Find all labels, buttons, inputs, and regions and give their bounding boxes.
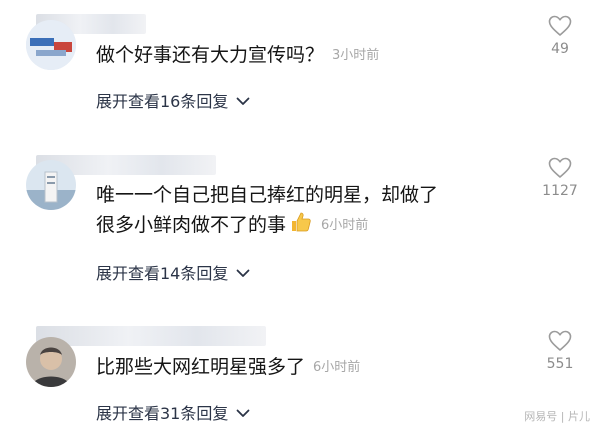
source-watermark: 网易号 | 片儿 [524,410,590,423]
avatar[interactable] [26,337,76,387]
like-count: 551 [546,356,574,372]
username-blurred[interactable] [36,326,266,346]
expand-replies-link[interactable]: 展开查看31条回复 [96,400,250,424]
like-button[interactable]: 551 [540,330,580,372]
comment-text: 比那些大网红明星强多了 6小时前 [96,352,360,383]
comment-body: 比那些大网红明星强多了 [96,356,306,378]
comment-item: 比那些大网红明星强多了 6小时前 展开查看31条回复 551 [0,0,600,432]
expand-replies-label: 展开查看31条回复 [96,404,229,423]
avatar-image [26,337,76,387]
chevron-down-icon [236,403,250,422]
heart-icon [548,330,572,351]
timestamp: 6小时前 [313,360,361,375]
